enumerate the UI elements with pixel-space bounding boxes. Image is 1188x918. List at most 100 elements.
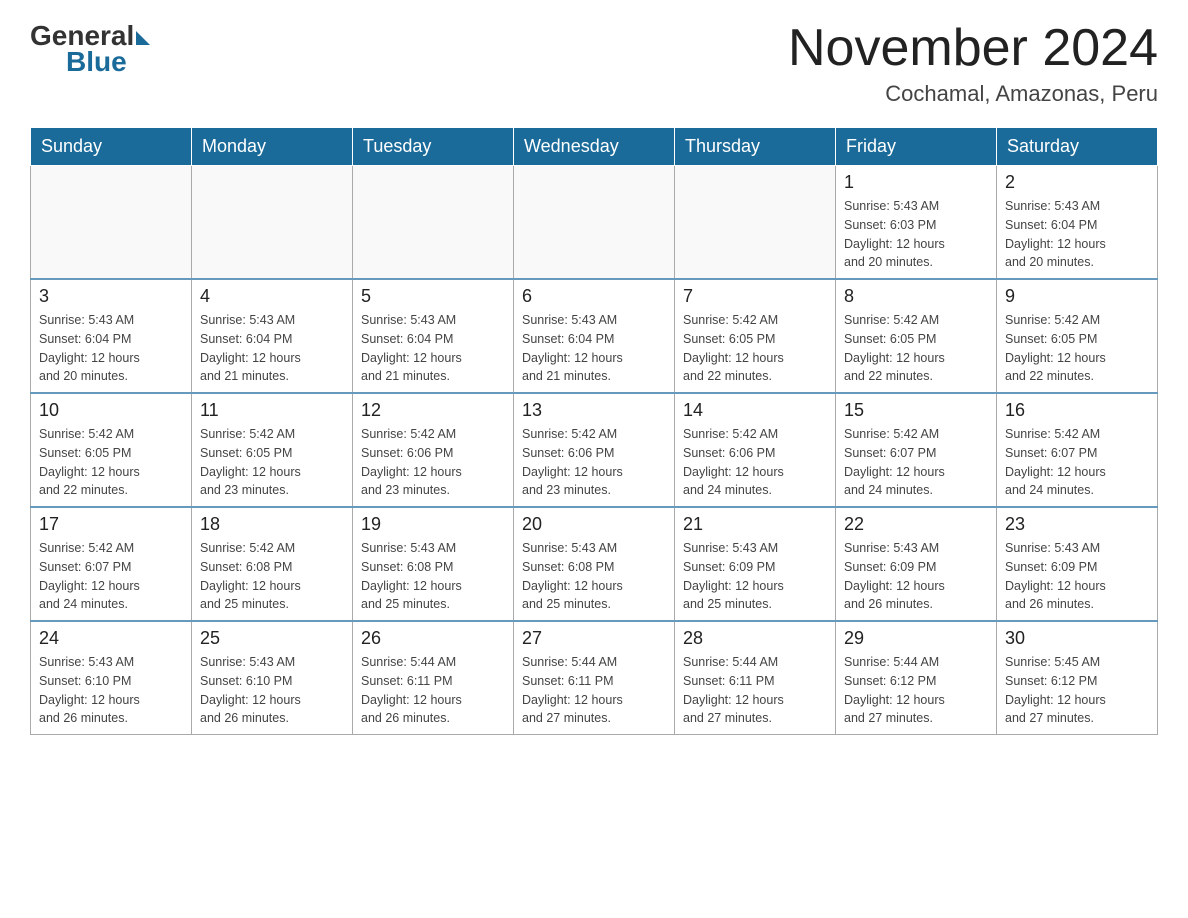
day-info: Sunrise: 5:42 AM Sunset: 6:05 PM Dayligh… [844, 311, 988, 386]
day-info: Sunrise: 5:42 AM Sunset: 6:05 PM Dayligh… [39, 425, 183, 500]
day-number: 30 [1005, 628, 1149, 649]
day-info: Sunrise: 5:42 AM Sunset: 6:05 PM Dayligh… [200, 425, 344, 500]
calendar-cell: 26Sunrise: 5:44 AM Sunset: 6:11 PM Dayli… [353, 621, 514, 735]
calendar-cell: 15 Sunrise: 5:42 AM Sunset: 6:07 PM Dayli… [836, 393, 997, 507]
calendar-cell: 30 Sunrise: 5:45 AM Sunset: 6:12 PM Dayli… [997, 621, 1158, 735]
calendar-cell: 5 Sunrise: 5:43 AM Sunset: 6:04 PM Daylig… [353, 279, 514, 393]
calendar-cell: 20 Sunrise: 5:43 AM Sunset: 6:08 PM Dayli… [514, 507, 675, 621]
day-number: 4 [200, 286, 344, 307]
weekday-header-tuesday: Tuesday [353, 128, 514, 166]
day-number: 3 [39, 286, 183, 307]
day-info: Sunrise: 5:43 AM Sunset: 6:09 PM Dayligh… [844, 539, 988, 614]
day-info: Sunrise: 5:42 AM Sunset: 6:05 PM Dayligh… [1005, 311, 1149, 386]
day-number: 26 [361, 628, 505, 649]
day-info: Sunrise: 5:43 AM Sunset: 6:09 PM Dayligh… [1005, 539, 1149, 614]
day-number: 5 [361, 286, 505, 307]
day-number: 16 [1005, 400, 1149, 421]
day-info: Sunrise: 5:43 AM Sunset: 6:04 PM Dayligh… [39, 311, 183, 386]
calendar-week-row: 3 Sunrise: 5:43 AM Sunset: 6:04 PM Daylig… [31, 279, 1158, 393]
day-number: 23 [1005, 514, 1149, 535]
day-number: 9 [1005, 286, 1149, 307]
day-info: Sunrise: 5:44 AM Sunset: 6:12 PM Dayligh… [844, 653, 988, 728]
weekday-header-sunday: Sunday [31, 128, 192, 166]
weekday-header-thursday: Thursday [675, 128, 836, 166]
day-info: Sunrise: 5:43 AM Sunset: 6:10 PM Dayligh… [200, 653, 344, 728]
day-number: 13 [522, 400, 666, 421]
weekday-header-wednesday: Wednesday [514, 128, 675, 166]
calendar-week-row: 24 Sunrise: 5:43 AM Sunset: 6:10 PM Dayli… [31, 621, 1158, 735]
day-info: Sunrise: 5:42 AM Sunset: 6:06 PM Dayligh… [361, 425, 505, 500]
logo-blue-text: Blue [66, 46, 127, 78]
calendar-cell [514, 166, 675, 280]
day-info: Sunrise: 5:43 AM Sunset: 6:09 PM Dayligh… [683, 539, 827, 614]
weekday-header-saturday: Saturday [997, 128, 1158, 166]
day-number: 10 [39, 400, 183, 421]
day-number: 24 [39, 628, 183, 649]
day-info: Sunrise: 5:43 AM Sunset: 6:08 PM Dayligh… [361, 539, 505, 614]
day-number: 29 [844, 628, 988, 649]
calendar-cell: 25 Sunrise: 5:43 AM Sunset: 6:10 PM Dayli… [192, 621, 353, 735]
calendar-cell: 12 Sunrise: 5:42 AM Sunset: 6:06 PM Dayli… [353, 393, 514, 507]
calendar-cell: 27 Sunrise: 5:44 AM Sunset: 6:11 PM Dayli… [514, 621, 675, 735]
day-info: Sunrise: 5:43 AM Sunset: 6:04 PM Dayligh… [361, 311, 505, 386]
day-info: Sunrise: 5:42 AM Sunset: 6:07 PM Dayligh… [39, 539, 183, 614]
calendar-table: SundayMondayTuesdayWednesdayThursdayFrid… [30, 127, 1158, 735]
day-info: Sunrise: 5:43 AM Sunset: 6:08 PM Dayligh… [522, 539, 666, 614]
day-info: Sunrise: 5:45 AM Sunset: 6:12 PM Dayligh… [1005, 653, 1149, 728]
day-number: 18 [200, 514, 344, 535]
day-number: 12 [361, 400, 505, 421]
day-number: 6 [522, 286, 666, 307]
day-info: Sunrise: 5:43 AM Sunset: 6:10 PM Dayligh… [39, 653, 183, 728]
day-number: 21 [683, 514, 827, 535]
calendar-cell [192, 166, 353, 280]
calendar-week-row: 1Sunrise: 5:43 AM Sunset: 6:03 PM Daylig… [31, 166, 1158, 280]
day-number: 19 [361, 514, 505, 535]
calendar-cell: 18 Sunrise: 5:42 AM Sunset: 6:08 PM Dayli… [192, 507, 353, 621]
day-number: 22 [844, 514, 988, 535]
calendar-week-row: 17 Sunrise: 5:42 AM Sunset: 6:07 PM Dayli… [31, 507, 1158, 621]
day-number: 8 [844, 286, 988, 307]
day-number: 15 [844, 400, 988, 421]
day-number: 14 [683, 400, 827, 421]
calendar-cell: 19 Sunrise: 5:43 AM Sunset: 6:08 PM Dayli… [353, 507, 514, 621]
day-info: Sunrise: 5:43 AM Sunset: 6:04 PM Dayligh… [200, 311, 344, 386]
calendar-cell: 10 Sunrise: 5:42 AM Sunset: 6:05 PM Dayli… [31, 393, 192, 507]
day-info: Sunrise: 5:42 AM Sunset: 6:08 PM Dayligh… [200, 539, 344, 614]
day-number: 11 [200, 400, 344, 421]
title-area: November 2024 Cochamal, Amazonas, Peru [788, 20, 1158, 107]
day-number: 27 [522, 628, 666, 649]
day-info: Sunrise: 5:44 AM Sunset: 6:11 PM Dayligh… [522, 653, 666, 728]
calendar-cell [31, 166, 192, 280]
day-info: Sunrise: 5:42 AM Sunset: 6:07 PM Dayligh… [1005, 425, 1149, 500]
calendar-cell: 8 Sunrise: 5:42 AM Sunset: 6:05 PM Daylig… [836, 279, 997, 393]
day-number: 20 [522, 514, 666, 535]
day-number: 17 [39, 514, 183, 535]
day-number: 7 [683, 286, 827, 307]
calendar-cell: 23 Sunrise: 5:43 AM Sunset: 6:09 PM Dayli… [997, 507, 1158, 621]
calendar-cell: 16 Sunrise: 5:42 AM Sunset: 6:07 PM Dayli… [997, 393, 1158, 507]
calendar-cell: 29 Sunrise: 5:44 AM Sunset: 6:12 PM Dayli… [836, 621, 997, 735]
day-info: Sunrise: 5:44 AM Sunset: 6:11 PM Dayligh… [683, 653, 827, 728]
logo: General Blue [30, 20, 150, 78]
calendar-cell: 9 Sunrise: 5:42 AM Sunset: 6:05 PM Daylig… [997, 279, 1158, 393]
day-info: Sunrise: 5:42 AM Sunset: 6:06 PM Dayligh… [522, 425, 666, 500]
calendar-cell: 22 Sunrise: 5:43 AM Sunset: 6:09 PM Dayli… [836, 507, 997, 621]
day-number: 2 [1005, 172, 1149, 193]
calendar-cell: 11 Sunrise: 5:42 AM Sunset: 6:05 PM Dayli… [192, 393, 353, 507]
month-title: November 2024 [788, 20, 1158, 77]
calendar-cell: 1Sunrise: 5:43 AM Sunset: 6:03 PM Daylig… [836, 166, 997, 280]
weekday-header-friday: Friday [836, 128, 997, 166]
calendar-cell [353, 166, 514, 280]
day-info: Sunrise: 5:42 AM Sunset: 6:07 PM Dayligh… [844, 425, 988, 500]
day-number: 28 [683, 628, 827, 649]
day-number: 25 [200, 628, 344, 649]
weekday-header-monday: Monday [192, 128, 353, 166]
calendar-cell: 7 Sunrise: 5:42 AM Sunset: 6:05 PM Daylig… [675, 279, 836, 393]
calendar-cell: 24 Sunrise: 5:43 AM Sunset: 6:10 PM Dayli… [31, 621, 192, 735]
calendar-cell: 2 Sunrise: 5:43 AM Sunset: 6:04 PM Daylig… [997, 166, 1158, 280]
day-info: Sunrise: 5:43 AM Sunset: 6:04 PM Dayligh… [1005, 197, 1149, 272]
day-info: Sunrise: 5:42 AM Sunset: 6:05 PM Dayligh… [683, 311, 827, 386]
calendar-cell: 17 Sunrise: 5:42 AM Sunset: 6:07 PM Dayli… [31, 507, 192, 621]
logo-triangle-icon [136, 31, 150, 45]
calendar-cell: 3 Sunrise: 5:43 AM Sunset: 6:04 PM Daylig… [31, 279, 192, 393]
